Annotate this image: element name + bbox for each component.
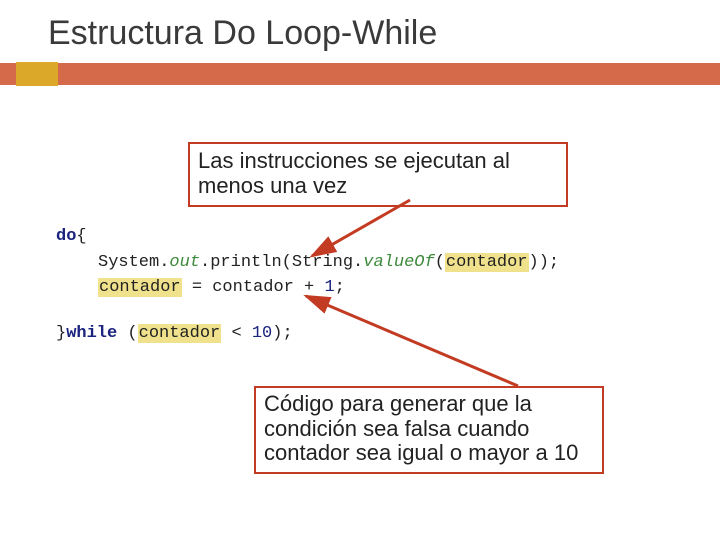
tok-contador3: contador — [138, 324, 222, 343]
tok-contador2: contador — [98, 278, 182, 297]
tok-out: out — [169, 253, 200, 272]
tok-ten: 10 — [252, 324, 272, 343]
tok-contador1: contador — [445, 253, 529, 272]
code-line-4: }while (contador < 10); — [56, 321, 559, 347]
code-line-1: do{ — [56, 224, 559, 250]
slide-title: Estructura Do Loop-While — [0, 0, 720, 63]
tok-semi: ; — [335, 278, 345, 297]
accent-bar — [0, 63, 720, 85]
tok-paren: ( — [435, 253, 445, 272]
callout-bottom: Código para generar que la condición sea… — [254, 386, 604, 474]
callout-top: Las instrucciones se ejecutan al menos u… — [188, 142, 568, 207]
keyword-while: while — [66, 324, 117, 343]
code-line-3: contador = contador + 1; — [56, 275, 559, 301]
tok-one: 1 — [324, 278, 334, 297]
accent-tab — [16, 62, 58, 86]
tok-end: ); — [272, 324, 292, 343]
keyword-do: do — [56, 227, 76, 246]
tok-lt: < — [221, 324, 252, 343]
tok-endcall: )); — [529, 253, 560, 272]
brace-open: { — [76, 227, 86, 246]
tok-valueof: valueOf — [363, 253, 434, 272]
code-block: do{ System.out.println(String.valueOf(co… — [56, 224, 559, 346]
tok-system: System. — [98, 253, 169, 272]
tok-paren2: ( — [117, 324, 137, 343]
tok-println: .println(String. — [200, 253, 363, 272]
tok-assign: = contador + — [182, 278, 325, 297]
brace-close: } — [56, 324, 66, 343]
code-line-2: System.out.println(String.valueOf(contad… — [56, 250, 559, 276]
blank-line — [56, 301, 559, 321]
